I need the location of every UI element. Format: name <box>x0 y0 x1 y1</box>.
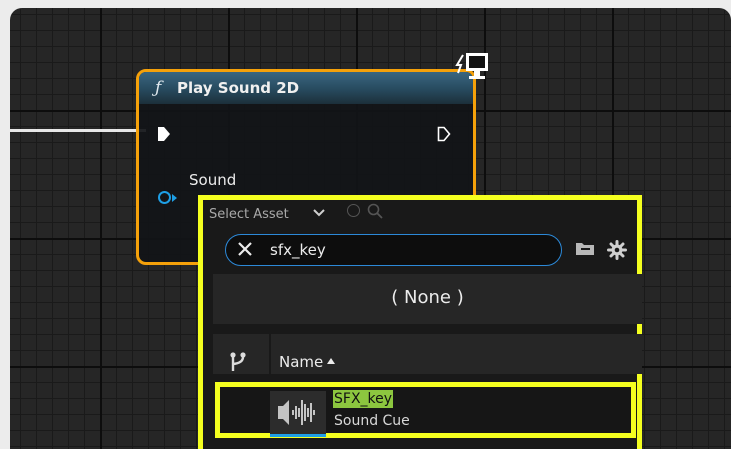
sort-ascending-icon <box>327 358 335 364</box>
none-option[interactable]: ( None ) <box>213 274 642 324</box>
folder-filter-icon[interactable] <box>575 242 595 256</box>
source-control-branch-icon[interactable] <box>229 351 247 373</box>
clear-search-icon[interactable] <box>236 240 254 258</box>
gear-icon[interactable] <box>607 240 627 260</box>
sound-cue-thumbnail-icon <box>278 400 315 425</box>
client-only-monitor-icon <box>455 53 488 79</box>
asset-result-row[interactable]: SFX_key Sound Cue <box>215 382 636 438</box>
name-column-header[interactable]: Name <box>279 353 323 371</box>
exec-output-pin-icon[interactable] <box>437 126 451 142</box>
none-option-label: ( None ) <box>391 287 464 308</box>
asset-picker-popup[interactable]: Select Asset sfx_key (None) Name SFX_k… <box>198 195 642 449</box>
node-title: Play Sound 2D <box>177 79 300 97</box>
function-icon: ƒ <box>155 78 162 98</box>
column-divider <box>269 334 271 374</box>
node-header[interactable]: ƒ Play Sound 2D <box>139 72 473 104</box>
asset-type-color-bar <box>270 434 326 437</box>
sound-input-pin[interactable] <box>158 191 171 204</box>
sound-pin-arrow-icon <box>172 194 177 202</box>
asset-type: Sound Cue <box>334 413 410 429</box>
sound-pin-label: Sound <box>189 171 237 189</box>
search-input[interactable] <box>270 239 540 261</box>
sound-wave-icon <box>270 391 326 434</box>
select-asset-label: Select Asset <box>209 207 289 222</box>
use-selected-asset-icon[interactable] <box>347 204 360 217</box>
exec-wire <box>10 129 146 132</box>
asset-name: SFX_key <box>333 390 394 408</box>
browse-asset-search-icon[interactable] <box>367 203 383 219</box>
exec-input-pin-icon[interactable] <box>157 126 171 142</box>
asset-list-header <box>213 334 642 374</box>
blueprint-graph-canvas[interactable]: ƒ Play Sound 2D Sound Select Asset sfx_k… <box>10 8 731 449</box>
asset-search-box[interactable] <box>225 234 562 266</box>
chevron-down-icon <box>313 209 325 217</box>
